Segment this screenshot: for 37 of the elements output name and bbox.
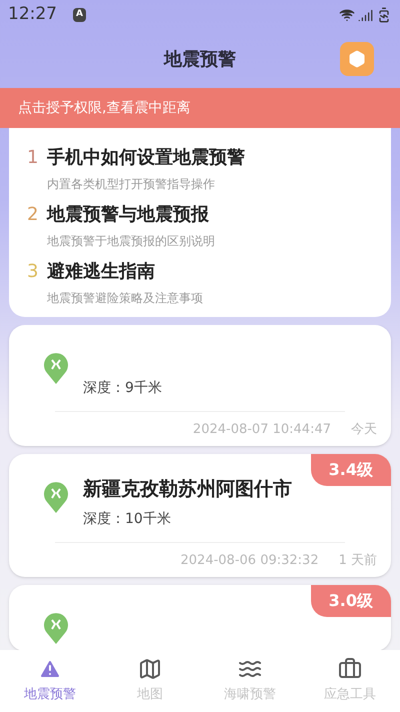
magnitude-badge: 3.0级 <box>310 584 391 617</box>
relative-time: 今天 <box>351 421 377 439</box>
earthquake-card[interactable]: 3.4级 新疆克孜勒苏州阿图什市 深度：10千米 2024-08-06 09:32:32 1 天前 <box>9 454 391 577</box>
guide-number: 2 <box>27 203 37 227</box>
status-time: 12:27 <box>8 3 57 26</box>
location-pin-icon <box>43 612 69 645</box>
map-icon <box>138 657 162 682</box>
guide-number: 3 <box>27 260 37 284</box>
location-pin-icon <box>43 482 69 514</box>
guide-subtitle: 地震预警于地震预报的区别说明 <box>46 233 216 250</box>
earthquake-card[interactable]: 深度：9千米 2024-08-07 10:44:47 今天 <box>9 325 391 446</box>
depth-text: 深度：9千米 <box>83 379 162 398</box>
depth-text: 深度：10千米 <box>83 510 172 530</box>
guide-item[interactable]: 1 手机中如何设置地震预警 内置各类机型打开预警指导操作 <box>27 144 373 197</box>
wifi-icon <box>339 7 355 23</box>
settings-button[interactable] <box>340 42 374 76</box>
relative-time: 1 天前 <box>338 552 377 570</box>
guide-title: 地震预警与地震预报 <box>47 203 209 227</box>
timestamp: 2024-08-07 10:44:47 <box>192 421 331 439</box>
guide-subtitle: 内置各类机型打开预警指导操作 <box>46 176 216 193</box>
permission-notice[interactable]: 点击授予权限,查看震中距离 <box>0 88 400 128</box>
timestamp: 2024-08-06 09:32:32 <box>180 552 319 570</box>
page-title: 地震预警 <box>164 48 236 72</box>
location-title: 新疆克孜勒苏州阿图什市 <box>83 478 292 502</box>
nav-tab[interactable]: 地震预警 <box>0 650 100 712</box>
notification-badge: A <box>73 8 86 22</box>
guide-item[interactable]: 3 避难逃生指南 地震预警避险策略及注意事项 <box>27 258 373 311</box>
guide-subtitle: 地震预警避险策略及注意事项 <box>46 290 204 307</box>
hexagon-icon <box>348 50 366 68</box>
signal-icon <box>358 8 373 22</box>
guide-title: 避难逃生指南 <box>47 260 155 284</box>
location-pin-icon <box>43 353 69 385</box>
guide-title: 手机中如何设置地震预警 <box>47 146 245 170</box>
guide-number: 1 <box>27 146 37 170</box>
earthquake-card[interactable]: 3.0级 <box>9 584 391 650</box>
magnitude-badge: 3.4级 <box>310 454 391 486</box>
guide-item[interactable]: 2 地震预警与地震预报 地震预警于地震预报的区别说明 <box>27 201 373 254</box>
